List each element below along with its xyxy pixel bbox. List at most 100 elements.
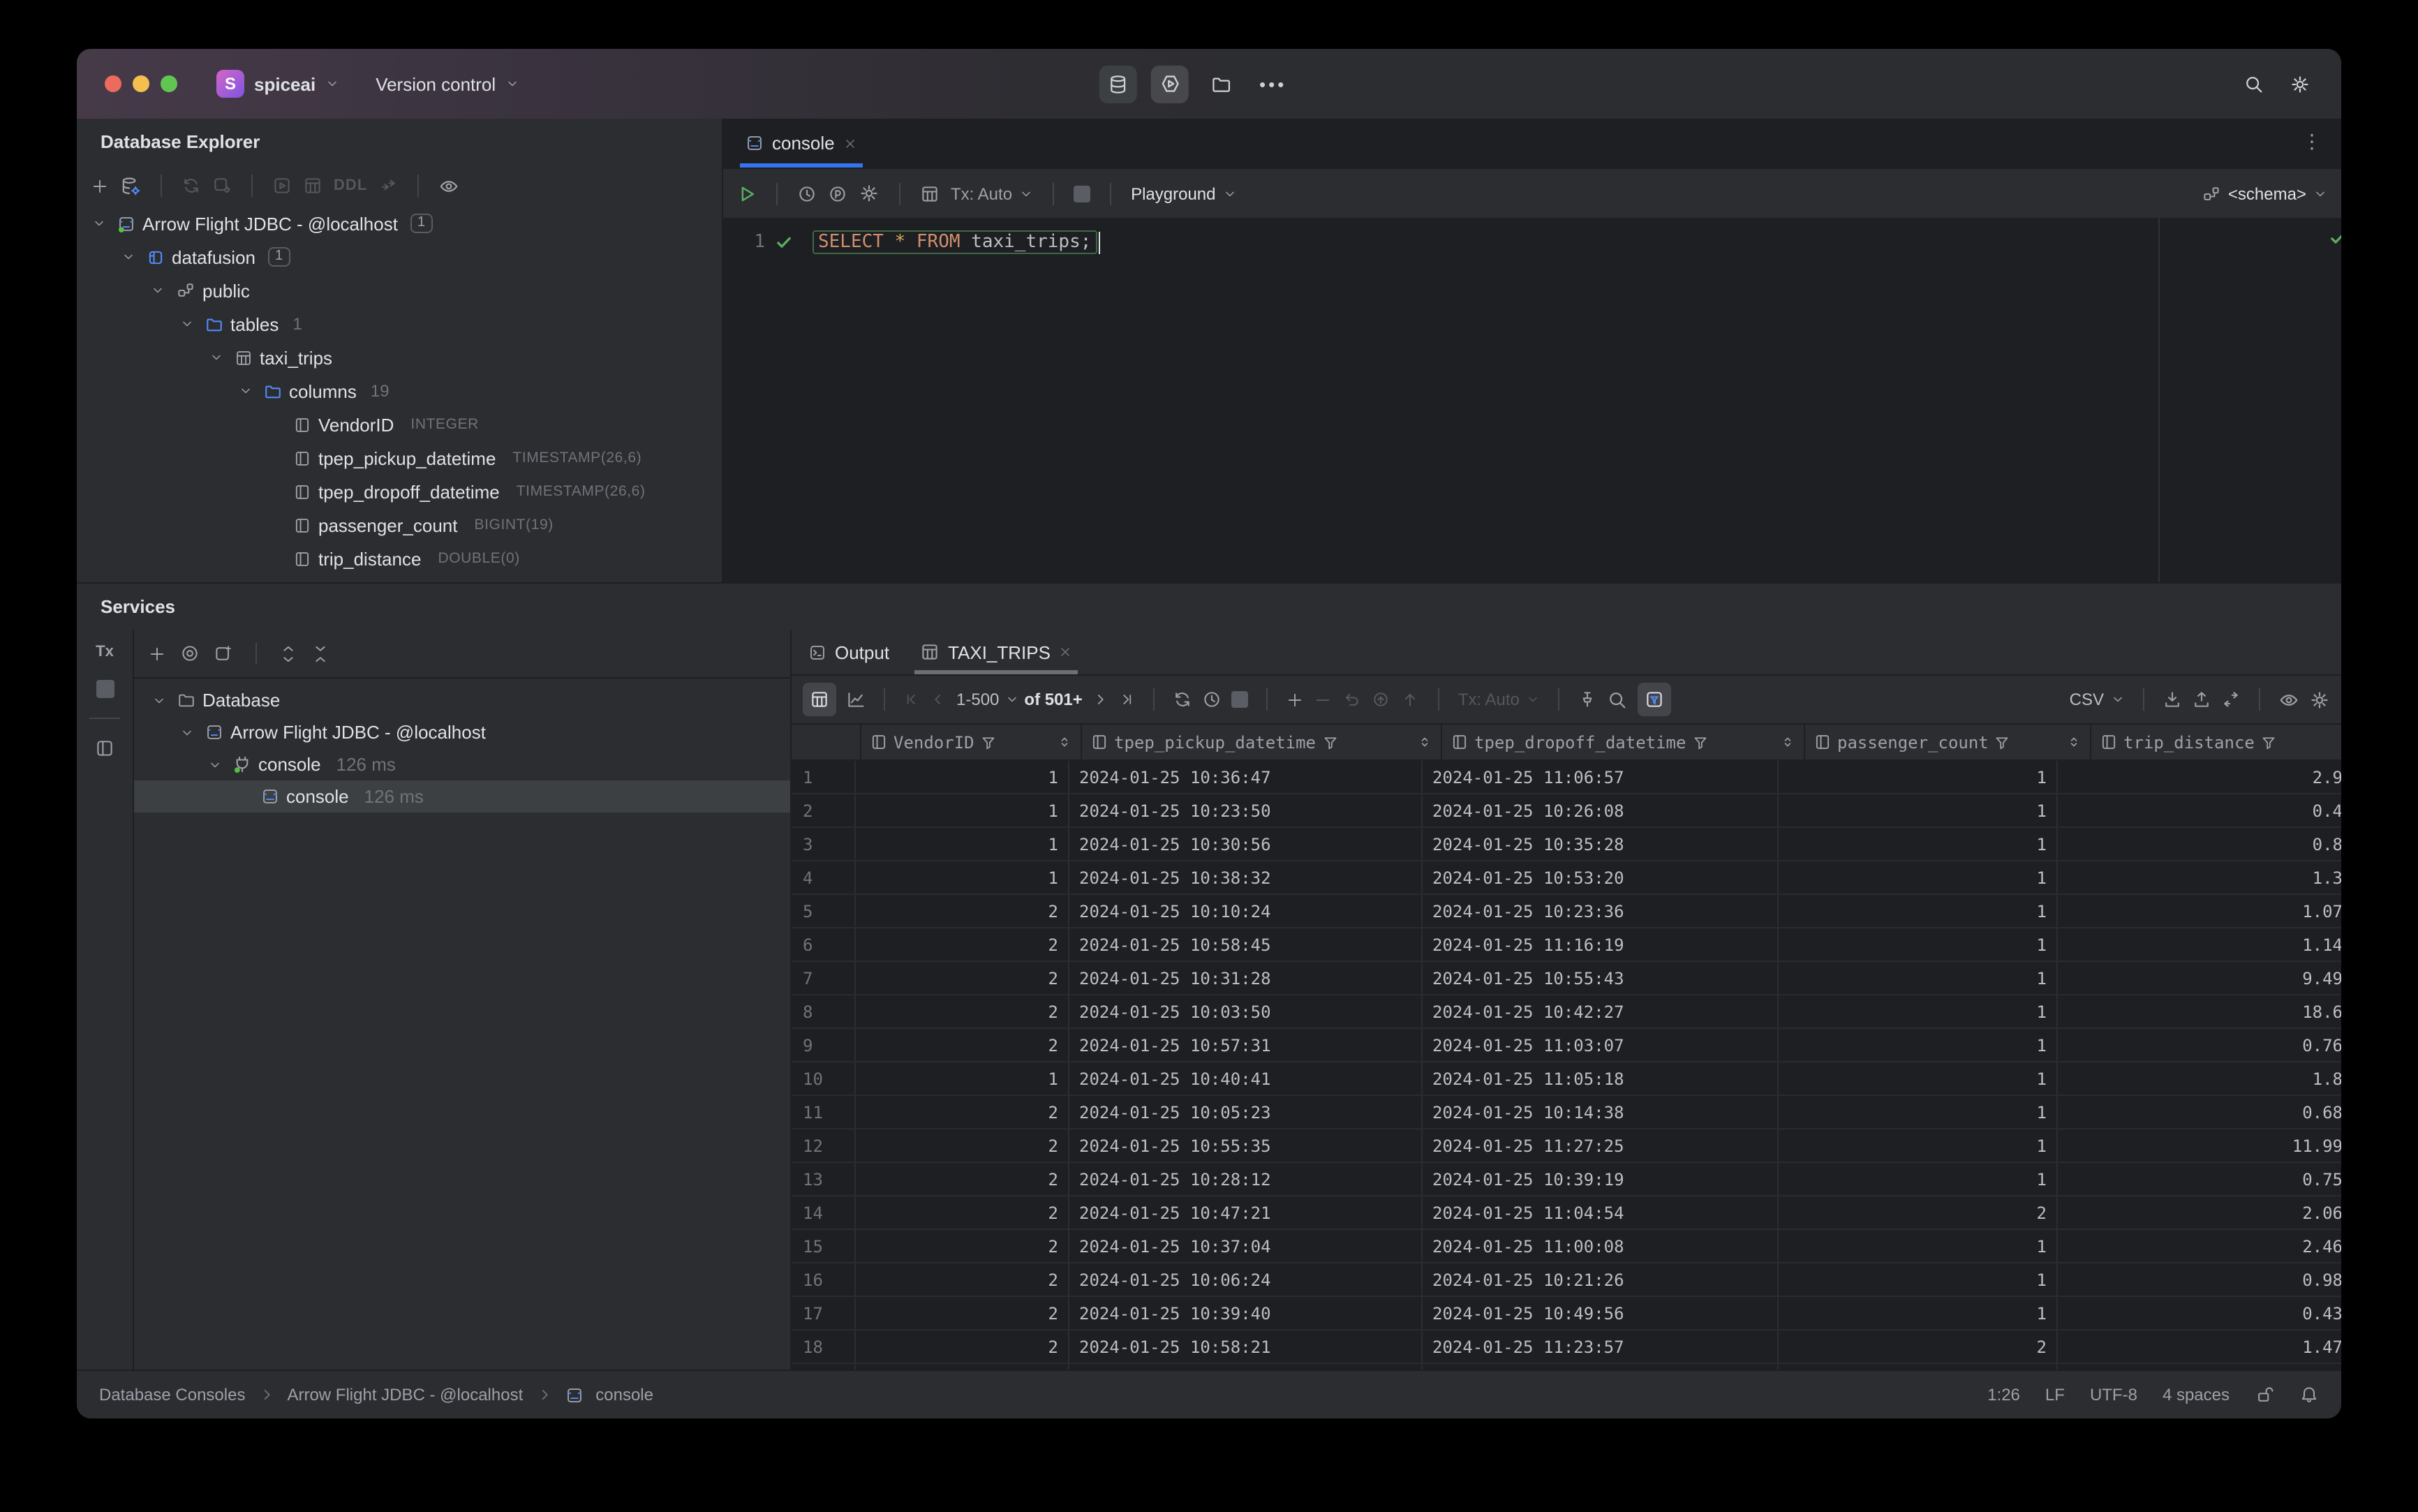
column-header-tpep_dropoff_datetime[interactable]: tpep_dropoff_datetime bbox=[1442, 725, 1805, 759]
table-cell[interactable]: 2024-01-25 10:55:43 bbox=[1423, 962, 1779, 994]
table-cell[interactable]: 2024-01-25 11:05:18 bbox=[1423, 1062, 1779, 1095]
table-cell[interactable]: 1 bbox=[1779, 1029, 2058, 1061]
table-cell[interactable]: 2024-01-25 10:37:04 bbox=[1069, 1230, 1423, 1262]
run-button[interactable] bbox=[737, 184, 757, 203]
filter-panel-button[interactable] bbox=[1638, 683, 1672, 716]
expand-toggle[interactable] bbox=[235, 384, 257, 398]
vcs-widget[interactable]: Version control bbox=[376, 73, 519, 94]
row-number[interactable]: 9 bbox=[792, 1029, 856, 1061]
delete-row-button[interactable] bbox=[1314, 690, 1333, 709]
tx-mode-select[interactable]: Tx: Auto bbox=[951, 184, 1033, 203]
row-number[interactable]: 1 bbox=[792, 761, 856, 793]
table-cell[interactable]: 2024-01-25 10:58:45 bbox=[1069, 928, 1423, 961]
export-button[interactable] bbox=[2192, 690, 2211, 709]
table-cell[interactable]: 1 bbox=[1779, 1297, 2058, 1329]
open-table-button[interactable] bbox=[303, 176, 322, 195]
grid-view-button[interactable] bbox=[803, 683, 836, 716]
service-item-console[interactable]: console 126 ms bbox=[134, 780, 790, 813]
tree-item-Arrow Flight JDBC - @localhost[interactable]: Arrow Flight JDBC - @localhost 1 bbox=[77, 207, 722, 240]
tree-item-VendorID[interactable]: VendorID INTEGER bbox=[77, 408, 722, 441]
project-widget[interactable]: S spiceai bbox=[216, 70, 339, 98]
expand-toggle[interactable] bbox=[204, 757, 226, 771]
column-header-tpep_pickup_datetime[interactable]: tpep_pickup_datetime bbox=[1082, 725, 1442, 759]
show-services-button[interactable] bbox=[180, 644, 200, 663]
table-cell[interactable]: 1 bbox=[1779, 761, 2058, 793]
table-cell[interactable]: 2024-01-25 10:26:08 bbox=[1423, 794, 1779, 827]
table-cell[interactable]: 2024-01-25 11:23:57 bbox=[1423, 1331, 1779, 1363]
table-cell[interactable]: 1 bbox=[1779, 1096, 2058, 1128]
table-cell[interactable]: 1 bbox=[1779, 1263, 2058, 1296]
row-number[interactable]: 15 bbox=[792, 1230, 856, 1262]
more-actions-button[interactable]: ••• bbox=[1254, 65, 1292, 103]
expand-toggle[interactable] bbox=[148, 693, 170, 707]
chart-view-button[interactable] bbox=[846, 690, 866, 709]
transfer-button[interactable] bbox=[2221, 690, 2241, 709]
row-number[interactable]: 4 bbox=[792, 861, 856, 894]
table-cell[interactable]: 1 bbox=[1779, 1062, 2058, 1095]
table-cell[interactable]: 1 bbox=[1779, 1163, 2058, 1195]
table-cell[interactable]: 1 bbox=[1779, 895, 2058, 927]
breadcrumb-item[interactable]: Arrow Flight JDBC - @localhost bbox=[287, 1385, 523, 1404]
schema-select[interactable]: <schema> bbox=[2202, 184, 2327, 203]
table-cell[interactable]: 1 bbox=[856, 861, 1069, 894]
pin-tab-button[interactable] bbox=[1578, 690, 1598, 709]
row-number[interactable]: 13 bbox=[792, 1163, 856, 1195]
table-cell[interactable]: 2.9 bbox=[2058, 761, 2341, 793]
table-cell[interactable]: 0.76 bbox=[2058, 1029, 2341, 1061]
zoom-window-button[interactable] bbox=[161, 75, 177, 92]
stop-query-button[interactable] bbox=[1231, 691, 1249, 708]
grid-settings-button[interactable] bbox=[2309, 689, 2330, 710]
tree-item-datafusion[interactable]: datafusion 1 bbox=[77, 240, 722, 274]
tree-item-passenger_count[interactable]: passenger_count BIGINT(19) bbox=[77, 508, 722, 542]
sort-icon[interactable] bbox=[1417, 734, 1432, 750]
history-icon[interactable] bbox=[797, 184, 817, 203]
tree-item-columns[interactable]: columns 19 bbox=[77, 374, 722, 408]
revert-button[interactable] bbox=[1342, 690, 1362, 709]
page-range-select[interactable]: 1-500 of 501+ bbox=[956, 690, 1083, 709]
table-cell[interactable]: 2024-01-25 10:28:12 bbox=[1069, 1163, 1423, 1195]
table-cell[interactable]: 1 bbox=[1779, 962, 2058, 994]
tab-taxi-trips[interactable]: TAXI_TRIPS bbox=[914, 630, 1078, 674]
table-cell[interactable]: 2024-01-25 10:57:31 bbox=[1069, 1029, 1423, 1061]
table-cell[interactable]: 0.98 bbox=[2058, 1263, 2341, 1296]
tree-item-tpep_dropoff_datetime[interactable]: tpep_dropoff_datetime TIMESTAMP(26,6) bbox=[77, 475, 722, 508]
table-cell[interactable]: 2 bbox=[856, 1196, 1069, 1229]
table-cell[interactable]: 2024-01-25 11:27:25 bbox=[1423, 1129, 1779, 1162]
expand-toggle[interactable] bbox=[205, 350, 228, 364]
table-cell[interactable]: 2 bbox=[856, 1230, 1069, 1262]
table-cell[interactable]: 2024-01-25 10:03:50 bbox=[1069, 995, 1423, 1028]
table-cell[interactable]: 1 bbox=[856, 794, 1069, 827]
table-cell[interactable]: 2024-01-25 10:38:32 bbox=[1069, 861, 1423, 894]
row-number[interactable]: 17 bbox=[792, 1297, 856, 1329]
export-format-select[interactable]: CSV bbox=[2070, 690, 2125, 709]
stop-process-button[interactable] bbox=[96, 680, 114, 698]
table-cell[interactable]: 2 bbox=[856, 962, 1069, 994]
collapse-all-button[interactable] bbox=[311, 644, 329, 662]
tab-output[interactable]: Output bbox=[808, 630, 889, 674]
filter-funnel-icon[interactable] bbox=[1321, 734, 1338, 750]
table-cell[interactable]: 2024-01-25 10:21:26 bbox=[1423, 1263, 1779, 1296]
editor-content[interactable]: 1 SELECT * FROM taxi_trips; bbox=[723, 218, 2341, 582]
table-cell[interactable]: 0.8 bbox=[2058, 828, 2341, 860]
table-cell[interactable]: 0.68 bbox=[2058, 1096, 2341, 1128]
open-console-button[interactable] bbox=[214, 644, 233, 663]
table-cell[interactable]: 2 bbox=[856, 895, 1069, 927]
add-row-button[interactable] bbox=[1286, 690, 1305, 709]
results-tx-select[interactable]: Tx: Auto bbox=[1458, 690, 1541, 709]
table-cell[interactable]: 2024-01-25 10:39:40 bbox=[1069, 1297, 1423, 1329]
table-cell[interactable]: 2024-01-25 10:42:27 bbox=[1423, 995, 1779, 1028]
table-cell[interactable]: 2024-01-25 10:06:24 bbox=[1069, 1263, 1423, 1296]
table-cell[interactable]: 2.06 bbox=[2058, 1196, 2341, 1229]
table-cell[interactable]: 2 bbox=[856, 928, 1069, 961]
tab-console[interactable]: console bbox=[740, 119, 863, 168]
navigate-arrows-icon[interactable] bbox=[378, 176, 398, 195]
breadcrumb-item[interactable]: Database Consoles bbox=[99, 1385, 245, 1404]
datasource-properties-button[interactable] bbox=[120, 175, 141, 196]
table-cell[interactable]: 1 bbox=[856, 828, 1069, 860]
column-header-VendorID[interactable]: VendorID bbox=[861, 725, 1082, 759]
expand-toggle[interactable] bbox=[176, 317, 198, 331]
sort-icon[interactable] bbox=[1780, 734, 1795, 750]
table-cell[interactable]: 1.47 bbox=[2058, 1331, 2341, 1363]
table-view-icon[interactable] bbox=[920, 184, 940, 203]
table-cell[interactable]: 2.46 bbox=[2058, 1230, 2341, 1262]
